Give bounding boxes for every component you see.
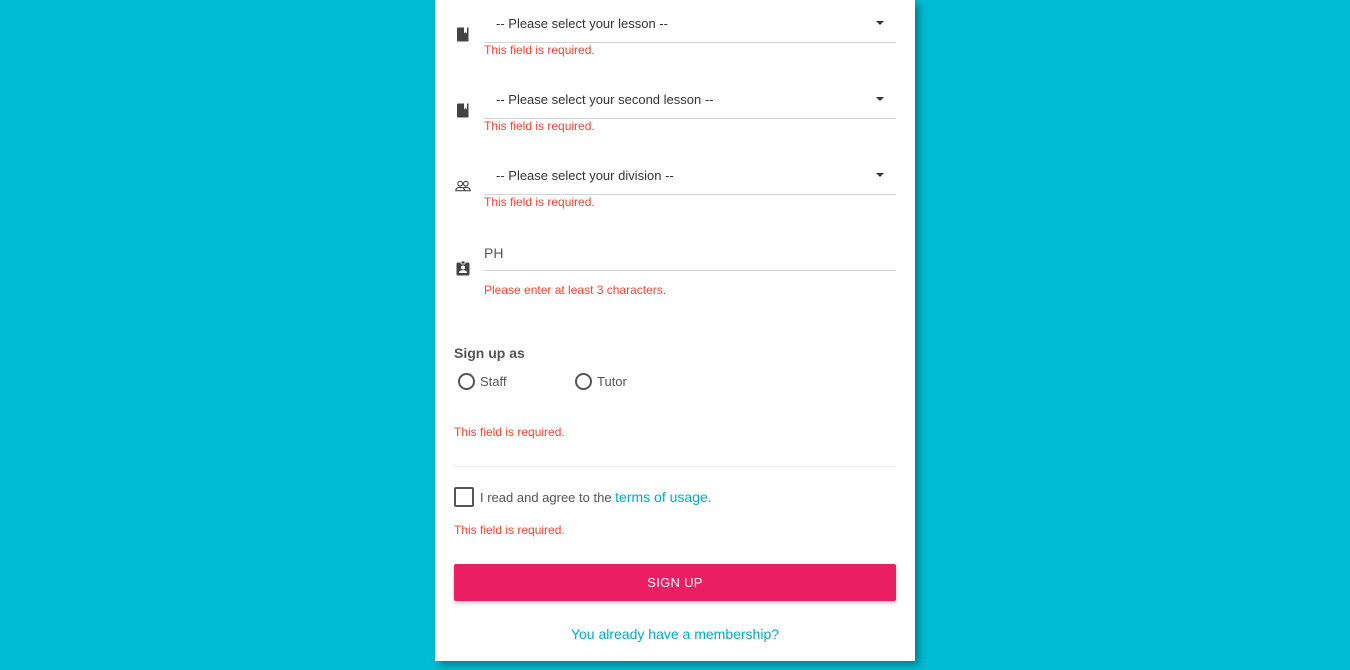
division-error: This field is required. <box>484 195 595 209</box>
signup-button[interactable]: SIGN UP <box>454 564 896 601</box>
badge-icon <box>455 260 471 276</box>
id-input-row <box>484 238 896 271</box>
lesson-error: This field is required. <box>484 43 595 57</box>
signup-card: -- Please select your lesson -- This fie… <box>435 0 915 661</box>
terms-text: I read and agree to the <box>480 490 612 505</box>
terms-error: This field is required. <box>454 523 565 537</box>
chevron-down-icon <box>876 173 884 177</box>
radio-circle-icon <box>458 373 475 390</box>
group-icon <box>455 178 471 194</box>
membership-link[interactable]: You already have a membership? <box>435 626 915 642</box>
chevron-down-icon <box>876 97 884 101</box>
radio-staff-label: Staff <box>480 374 507 389</box>
lesson-select[interactable]: -- Please select your lesson -- <box>484 0 896 43</box>
lesson-select-value: -- Please select your lesson -- <box>496 16 668 31</box>
signup-as-error: This field is required. <box>454 425 565 439</box>
terms-link[interactable]: terms of usage. <box>615 489 712 505</box>
chevron-down-icon <box>876 21 884 25</box>
second-lesson-error: This field is required. <box>484 119 595 133</box>
radio-staff[interactable]: Staff <box>458 373 507 390</box>
book-icon <box>455 26 471 42</box>
division-select-value: -- Please select your division -- <box>496 168 674 183</box>
divider <box>454 466 896 467</box>
terms-label: I read and agree to the terms of usage. <box>480 489 712 505</box>
signup-as-title: Sign up as <box>454 345 525 361</box>
id-input-error: Please enter at least 3 characters. <box>484 283 667 297</box>
book-icon <box>455 102 471 118</box>
radio-tutor-label: Tutor <box>597 374 627 389</box>
division-select[interactable]: -- Please select your division -- <box>484 152 896 195</box>
second-lesson-select[interactable]: -- Please select your second lesson -- <box>484 76 896 119</box>
second-lesson-select-value: -- Please select your second lesson -- <box>496 92 714 107</box>
radio-tutor[interactable]: Tutor <box>575 373 627 390</box>
id-input[interactable] <box>484 238 896 268</box>
terms-checkbox[interactable] <box>454 487 474 507</box>
radio-circle-icon <box>575 373 592 390</box>
